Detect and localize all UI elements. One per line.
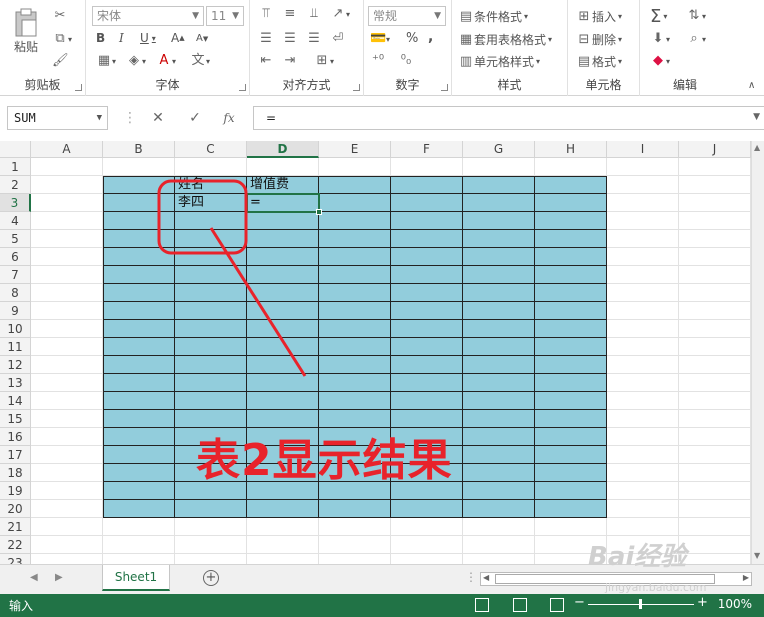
- annotation-overlay: [157, 179, 307, 377]
- scroll-right-icon[interactable]: ▶: [743, 573, 749, 582]
- zoom-slider[interactable]: [588, 599, 694, 609]
- next-sheet-icon[interactable]: ▶: [55, 572, 63, 583]
- watermark-url: jingyan.baidu.com: [605, 581, 707, 594]
- zoom-out-button[interactable]: −: [574, 595, 585, 610]
- tab-splitter[interactable]: ⋮: [465, 570, 477, 584]
- highlight-circle: [157, 179, 248, 255]
- sheet-tab-sheet1[interactable]: Sheet1: [102, 565, 170, 591]
- add-sheet-button[interactable]: +: [203, 570, 219, 586]
- status-bar: 输入 − + 100%: [0, 594, 764, 617]
- annotation-arrow-line: [209, 227, 307, 377]
- scroll-left-icon[interactable]: ◀: [483, 573, 489, 582]
- zoom-level[interactable]: 100%: [718, 597, 752, 611]
- normal-view-icon[interactable]: [475, 598, 489, 612]
- zoom-thumb[interactable]: [639, 599, 642, 609]
- annotation-label: 表2显示结果: [196, 435, 453, 486]
- status-mode: 输入: [9, 599, 34, 613]
- page-layout-icon[interactable]: [513, 598, 527, 612]
- page-break-icon[interactable]: [550, 598, 564, 612]
- watermark-logo: Bai经验: [588, 542, 687, 572]
- prev-sheet-icon[interactable]: ◀: [30, 572, 38, 583]
- zoom-in-button[interactable]: +: [697, 595, 708, 610]
